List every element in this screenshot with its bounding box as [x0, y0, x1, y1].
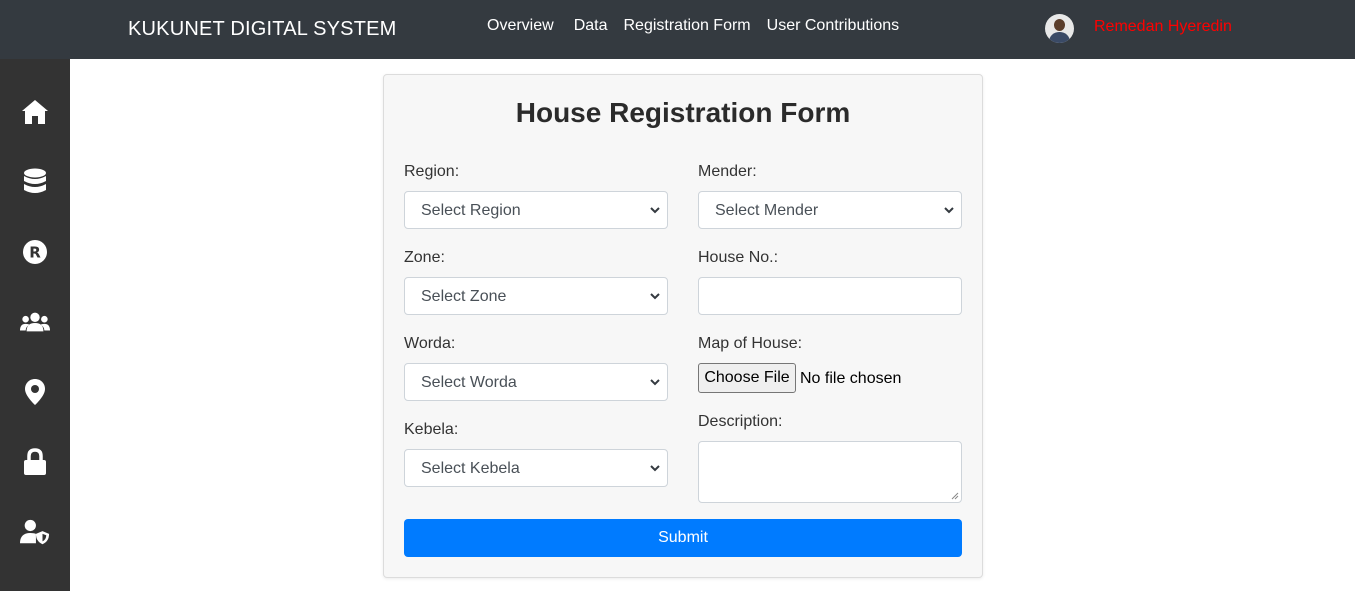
- zone-select-value: Select Zone: [421, 288, 507, 305]
- nav-item-data[interactable]: Data: [574, 17, 608, 35]
- kebela-label: Kebela:: [404, 421, 459, 438]
- kebela-select[interactable]: Select Kebela: [404, 449, 668, 487]
- sidebar: R: [0, 59, 70, 591]
- mender-select-value: Select Mender: [715, 202, 819, 219]
- username[interactable]: Remedan Hyeredin: [1094, 18, 1232, 36]
- description-textarea[interactable]: [698, 441, 962, 503]
- submit-button[interactable]: Submit: [404, 519, 962, 557]
- worda-label: Worda:: [404, 335, 456, 352]
- nav-item-registration-form[interactable]: Registration Form: [623, 17, 750, 35]
- top-navbar: KUKUNET DIGITAL SYSTEM Overview Data Reg…: [0, 0, 1355, 59]
- svg-text:R: R: [29, 244, 41, 262]
- region-label: Region:: [404, 163, 460, 180]
- lock-icon[interactable]: [20, 447, 50, 477]
- users-icon[interactable]: [20, 307, 50, 337]
- registration-form-card: House Registration Form Region: Select R…: [383, 74, 983, 578]
- registered-icon[interactable]: R: [20, 237, 50, 267]
- resize-grip-icon[interactable]: [951, 492, 959, 500]
- kebela-select-value: Select Kebela: [421, 460, 520, 477]
- database-icon[interactable]: [20, 167, 50, 197]
- region-select[interactable]: Select Region: [404, 191, 668, 229]
- user-shield-icon[interactable]: [20, 517, 50, 547]
- nav-item-user-contributions[interactable]: User Contributions: [767, 17, 900, 35]
- chevron-down-icon: [650, 465, 660, 472]
- map-of-house-label: Map of House:: [698, 335, 803, 352]
- brand-title[interactable]: KUKUNET DIGITAL SYSTEM: [128, 18, 397, 41]
- main-nav: Overview Data Registration Form User Con…: [487, 17, 919, 35]
- mender-select[interactable]: Select Mender: [698, 191, 962, 229]
- worda-select[interactable]: Select Worda: [404, 363, 668, 401]
- region-select-value: Select Region: [421, 202, 521, 219]
- chevron-down-icon: [650, 293, 660, 300]
- home-icon[interactable]: [20, 97, 50, 127]
- choose-file-button[interactable]: Choose File: [698, 363, 796, 393]
- map-marker-icon[interactable]: [20, 377, 50, 407]
- description-label: Description:: [698, 413, 783, 430]
- file-status-text: No file chosen: [800, 370, 902, 387]
- chevron-down-icon: [944, 207, 954, 214]
- chevron-down-icon: [650, 379, 660, 386]
- house-no-input[interactable]: [698, 277, 962, 315]
- zone-select[interactable]: Select Zone: [404, 277, 668, 315]
- avatar[interactable]: [1045, 14, 1074, 43]
- house-no-label: House No.:: [698, 249, 779, 266]
- nav-item-overview[interactable]: Overview: [487, 17, 554, 35]
- form-title: House Registration Form: [515, 97, 851, 128]
- mender-label: Mender:: [698, 163, 757, 180]
- zone-label: Zone:: [404, 249, 445, 266]
- worda-select-value: Select Worda: [421, 374, 517, 391]
- chevron-down-icon: [650, 207, 660, 214]
